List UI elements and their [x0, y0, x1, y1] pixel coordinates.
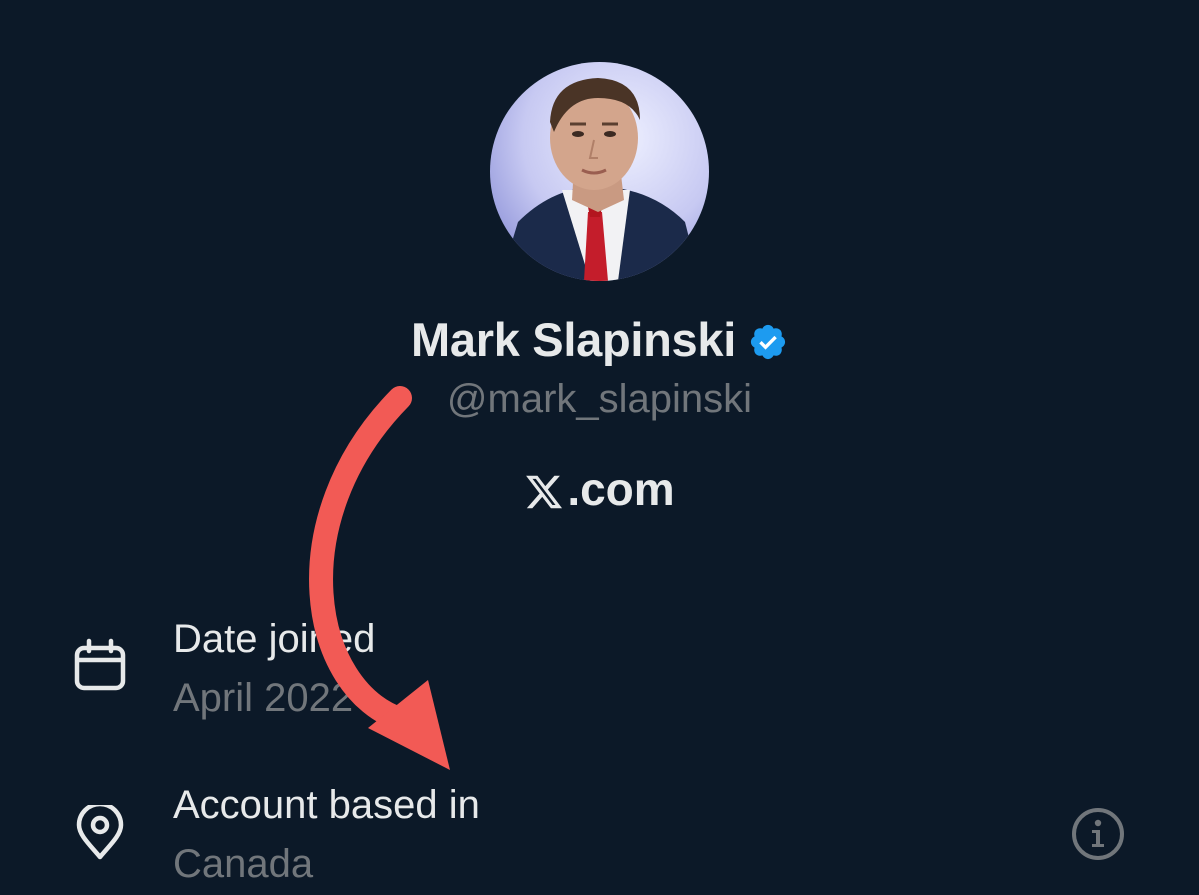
connected-via-label: .com — [567, 463, 675, 515]
avatar-photo — [490, 62, 709, 281]
connected-via: .com — [0, 462, 1199, 516]
location-pin-icon — [72, 801, 128, 861]
display-name: Mark Slapinski — [411, 313, 736, 366]
avatar[interactable] — [490, 62, 709, 281]
username-handle: @mark_slapinski — [446, 377, 753, 421]
verified-badge-icon[interactable] — [748, 322, 788, 362]
x-logo-icon — [524, 469, 564, 509]
about-account-screen: Mark Slapinski @mark_slapinski .com Date… — [0, 0, 1199, 895]
date-joined-label: Date joined — [173, 617, 376, 661]
date-joined-row: Date joined April 2022 — [0, 612, 1199, 720]
account-location-row: Account based in Canada — [0, 780, 1199, 886]
info-icon[interactable] — [1070, 806, 1126, 862]
calendar-icon — [72, 638, 128, 694]
name-row: Mark Slapinski — [0, 312, 1199, 367]
account-location-value: Canada — [173, 842, 314, 886]
date-joined-value: April 2022 — [173, 676, 354, 720]
account-location-label: Account based in — [173, 783, 480, 827]
